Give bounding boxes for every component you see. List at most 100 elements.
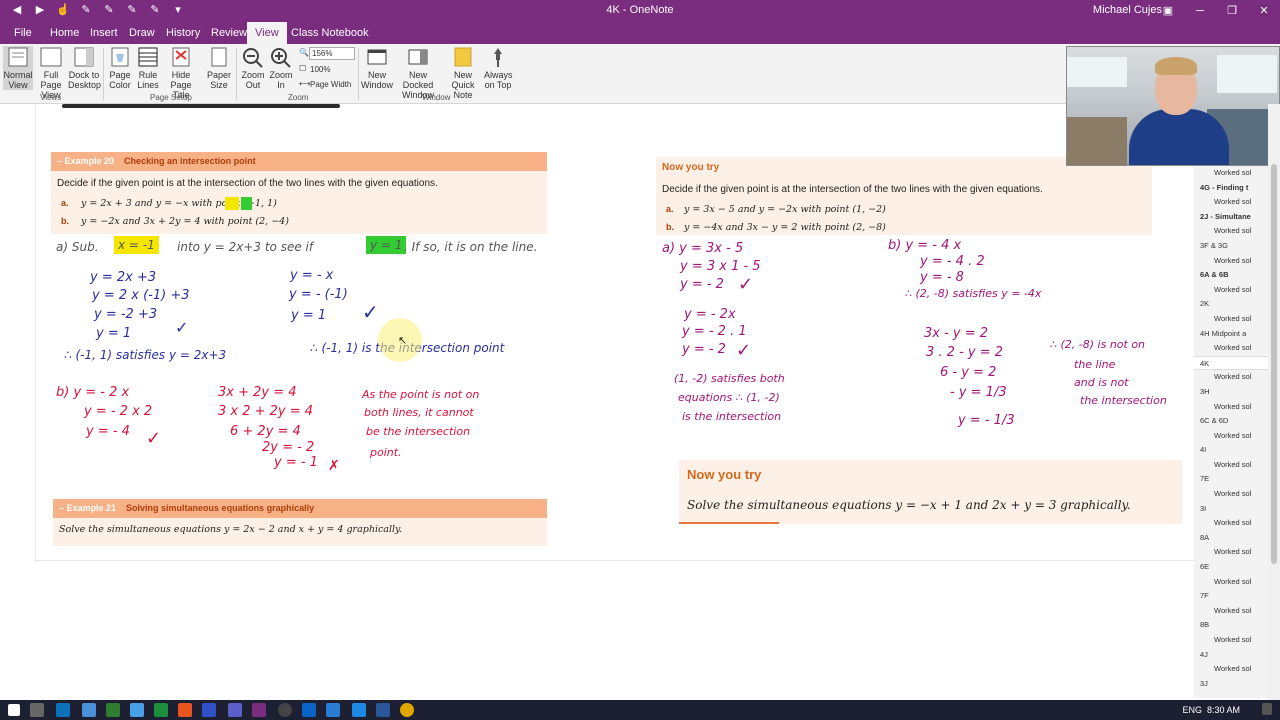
section-page[interactable]: 8B <box>1194 618 1268 633</box>
hundred-percent-button[interactable]: 100% <box>310 65 330 74</box>
app-icon[interactable] <box>202 703 216 717</box>
vertical-scrollbar[interactable] <box>1268 104 1280 700</box>
tab-insert[interactable]: Insert <box>82 22 126 44</box>
app-icon[interactable] <box>326 703 340 717</box>
section-subpage[interactable]: Worked sol <box>1194 575 1268 590</box>
onenote-taskbar-icon[interactable] <box>252 703 266 717</box>
section-subpage[interactable]: Worked sol <box>1194 195 1268 210</box>
section-page[interactable]: 3I <box>1194 502 1268 517</box>
teams-icon[interactable] <box>228 703 242 717</box>
section-subpage[interactable]: Worked sol <box>1194 254 1268 269</box>
section-subpage[interactable]: Worked sol <box>1194 370 1268 385</box>
section-page[interactable]: 4J <box>1194 648 1268 663</box>
windows-start-icon[interactable] <box>8 704 20 716</box>
minimize-icon[interactable]: ─ <box>1184 0 1216 22</box>
zoom-in-label: Zoom In <box>269 70 293 90</box>
ink-b-col2-line4: 2y = - 2 <box>262 440 315 455</box>
tab-view[interactable]: View <box>247 22 287 44</box>
new-quick-note-button[interactable]: New Quick Note <box>443 46 483 100</box>
always-on-top-button[interactable]: Always on Top <box>484 46 513 90</box>
section-page[interactable]: 7E <box>1194 472 1268 487</box>
section-page[interactable]: 2K <box>1194 297 1268 312</box>
section-page[interactable]: 6A & 6B <box>1194 268 1268 283</box>
section-page[interactable]: 8A <box>1194 531 1268 546</box>
restore-icon[interactable]: ❐ <box>1216 0 1248 22</box>
new-quick-note-label: New Quick Note <box>451 70 475 100</box>
task-view-icon[interactable] <box>30 703 44 717</box>
file-explorer-icon[interactable] <box>82 703 96 717</box>
section-subpage[interactable]: Worked sol <box>1194 341 1268 356</box>
section-page[interactable]: 2J - Simultane <box>1194 210 1268 225</box>
ribbon-display-icon[interactable]: ▣ <box>1152 0 1184 22</box>
example-20-box: – Example 20 Checking an intersection poi… <box>51 152 547 234</box>
section-page[interactable]: 6E <box>1194 560 1268 575</box>
section-page[interactable]: 6C & 6D <box>1194 414 1268 429</box>
app-icon[interactable] <box>130 703 144 717</box>
rule-lines-button[interactable]: Rule Lines <box>134 46 162 90</box>
example-20-number: – Example 20 <box>57 156 115 166</box>
ink-x-highlight: x = -1 <box>114 236 159 254</box>
section-page[interactable]: 4I <box>1194 443 1268 458</box>
hide-page-title-button[interactable]: Hide Page Title <box>162 46 200 100</box>
new-docked-window-button[interactable]: New Docked Window <box>394 46 442 100</box>
section-subpage[interactable]: Worked sol <box>1194 604 1268 619</box>
app-icon[interactable] <box>106 703 120 717</box>
section-page[interactable]: 3H <box>1194 385 1268 400</box>
page-width-button[interactable]: Page Width <box>310 80 351 89</box>
scrollbar-thumb[interactable] <box>1271 164 1277 564</box>
section-subpage[interactable]: Worked sol <box>1194 545 1268 560</box>
quick-note-icon <box>454 47 472 67</box>
tab-class-notebook[interactable]: Class Notebook <box>283 22 377 44</box>
new-window-button[interactable]: New Window <box>361 46 393 90</box>
section-subpage[interactable]: Worked sol <box>1194 283 1268 298</box>
full-page-view-button[interactable]: Full Page View <box>34 46 68 100</box>
section-subpage[interactable]: Worked sol <box>1194 166 1268 181</box>
section-page[interactable]: 4G - Finding t <box>1194 181 1268 196</box>
tab-draw[interactable]: Draw <box>121 22 163 44</box>
paper-size-button[interactable]: Paper Size <box>205 46 233 90</box>
tab-home[interactable]: Home <box>42 22 87 44</box>
section-subpage[interactable]: Worked sol <box>1194 429 1268 444</box>
section-subpage[interactable]: Worked sol <box>1194 400 1268 415</box>
clock[interactable]: 8:30 AM <box>1207 705 1240 715</box>
chrome-icon[interactable] <box>400 703 414 717</box>
section-page[interactable]: 3J <box>1194 677 1268 692</box>
section-page[interactable]: 4K <box>1194 355 1268 371</box>
window-title: 4K - OneNote <box>606 4 674 16</box>
section-subpage[interactable]: Worked sol <box>1194 487 1268 502</box>
section-subpage[interactable]: Worked sol <box>1194 662 1268 677</box>
section-page[interactable]: 7F <box>1194 589 1268 604</box>
section-subpage[interactable]: Worked sol <box>1194 516 1268 531</box>
separator <box>358 48 359 100</box>
section-subpage[interactable]: Worked sol <box>1194 458 1268 473</box>
section-subpage[interactable]: Worked sol <box>1194 633 1268 648</box>
webcam-window <box>1067 57 1127 87</box>
separator <box>236 48 237 100</box>
app-icon[interactable] <box>352 703 366 717</box>
word-icon[interactable] <box>376 703 390 717</box>
section-page[interactable]: 3F & 3G <box>1194 239 1268 254</box>
firefox-icon[interactable] <box>178 703 192 717</box>
language-indicator[interactable]: ENG <box>1182 705 1202 715</box>
page-color-button[interactable]: Page Color <box>105 46 135 90</box>
app-icon[interactable] <box>278 703 292 717</box>
rule-lines-icon <box>138 47 158 67</box>
notifications-icon[interactable] <box>1262 703 1272 715</box>
zoom-level-select[interactable]: 156% <box>309 47 355 60</box>
example-20-prompt: Decide if the given point is at the inte… <box>57 178 438 189</box>
section-list: Worked sol 4G - Finding t Worked sol 2J - S… <box>1194 166 1268 698</box>
section-page[interactable]: 4H Midpoint a <box>1194 327 1268 342</box>
dock-to-desktop-button[interactable]: Dock to Desktop <box>68 46 101 90</box>
section-subpage[interactable]: Worked sol <box>1194 312 1268 327</box>
tab-file[interactable]: File <box>6 22 40 44</box>
zoom-in-button[interactable]: Zoom In <box>268 46 294 90</box>
outlook-icon[interactable] <box>302 703 316 717</box>
tab-history[interactable]: History <box>158 22 208 44</box>
ink-r-b2-line4: - y = 1/3 <box>950 385 1007 400</box>
close-icon[interactable]: ✕ <box>1248 0 1280 22</box>
skype-icon[interactable] <box>56 703 70 717</box>
normal-view-button[interactable]: Normal View <box>3 46 33 90</box>
excel-icon[interactable] <box>154 703 168 717</box>
section-subpage[interactable]: Worked sol <box>1194 224 1268 239</box>
zoom-out-button[interactable]: Zoom Out <box>239 46 267 90</box>
